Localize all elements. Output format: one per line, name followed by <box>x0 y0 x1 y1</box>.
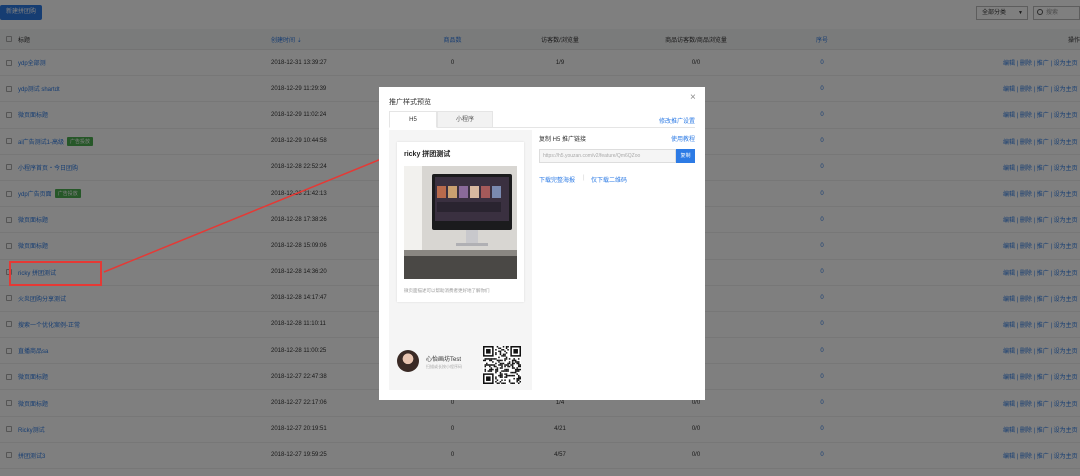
preview-card: ricky 拼团测试 微页面描述可以帮助消费者更好地了解你们 <box>397 142 524 302</box>
shop-name: 心怡画坊Test <box>426 357 462 363</box>
link-divider: | <box>583 175 585 181</box>
close-icon[interactable]: × <box>690 93 696 103</box>
card-description: 微页面描述可以帮助消费者更好地了解你们 <box>404 288 490 293</box>
edit-promotion-settings-link[interactable]: 修改推广设置 <box>659 116 695 125</box>
tab-mini-program[interactable]: 小程序 <box>437 111 493 128</box>
promotion-preview-modal: 推广样式预览 × H5 小程序 修改推广设置 ricky 拼团测试 微页面描述可… <box>379 87 705 400</box>
shop-footer: 心怡画坊Test 扫描或长按小程序码 <box>397 346 524 386</box>
h5-preview-panel: ricky 拼团测试 微页面描述可以帮助消费者更好地了解你们 心怡画坊Test … <box>389 130 532 390</box>
h5-link-input[interactable]: https://h5.youzan.com/v2/feature/Qm6QZoo <box>539 149 676 163</box>
shop-tip: 扫描或长按小程序码 <box>426 364 462 369</box>
card-title: ricky 拼团测试 <box>404 151 451 158</box>
avatar <box>397 350 419 372</box>
modal-title: 推广样式预览 <box>389 99 431 106</box>
tutorial-link[interactable]: 使用教程 <box>671 134 695 143</box>
modal-tabs: H5 小程序 修改推广设置 <box>389 111 695 128</box>
card-image <box>404 166 517 279</box>
h5-link-label: 复制 H5 推广链接 <box>539 137 587 143</box>
download-qr-link[interactable]: 仅下载二维码 <box>591 175 627 184</box>
annotation-highlight-box <box>9 261 102 286</box>
copy-button[interactable]: 复制 <box>676 149 695 163</box>
tab-h5[interactable]: H5 <box>389 111 437 128</box>
qr-code-icon <box>483 346 521 384</box>
download-poster-link[interactable]: 下载完整海报 <box>539 175 575 184</box>
